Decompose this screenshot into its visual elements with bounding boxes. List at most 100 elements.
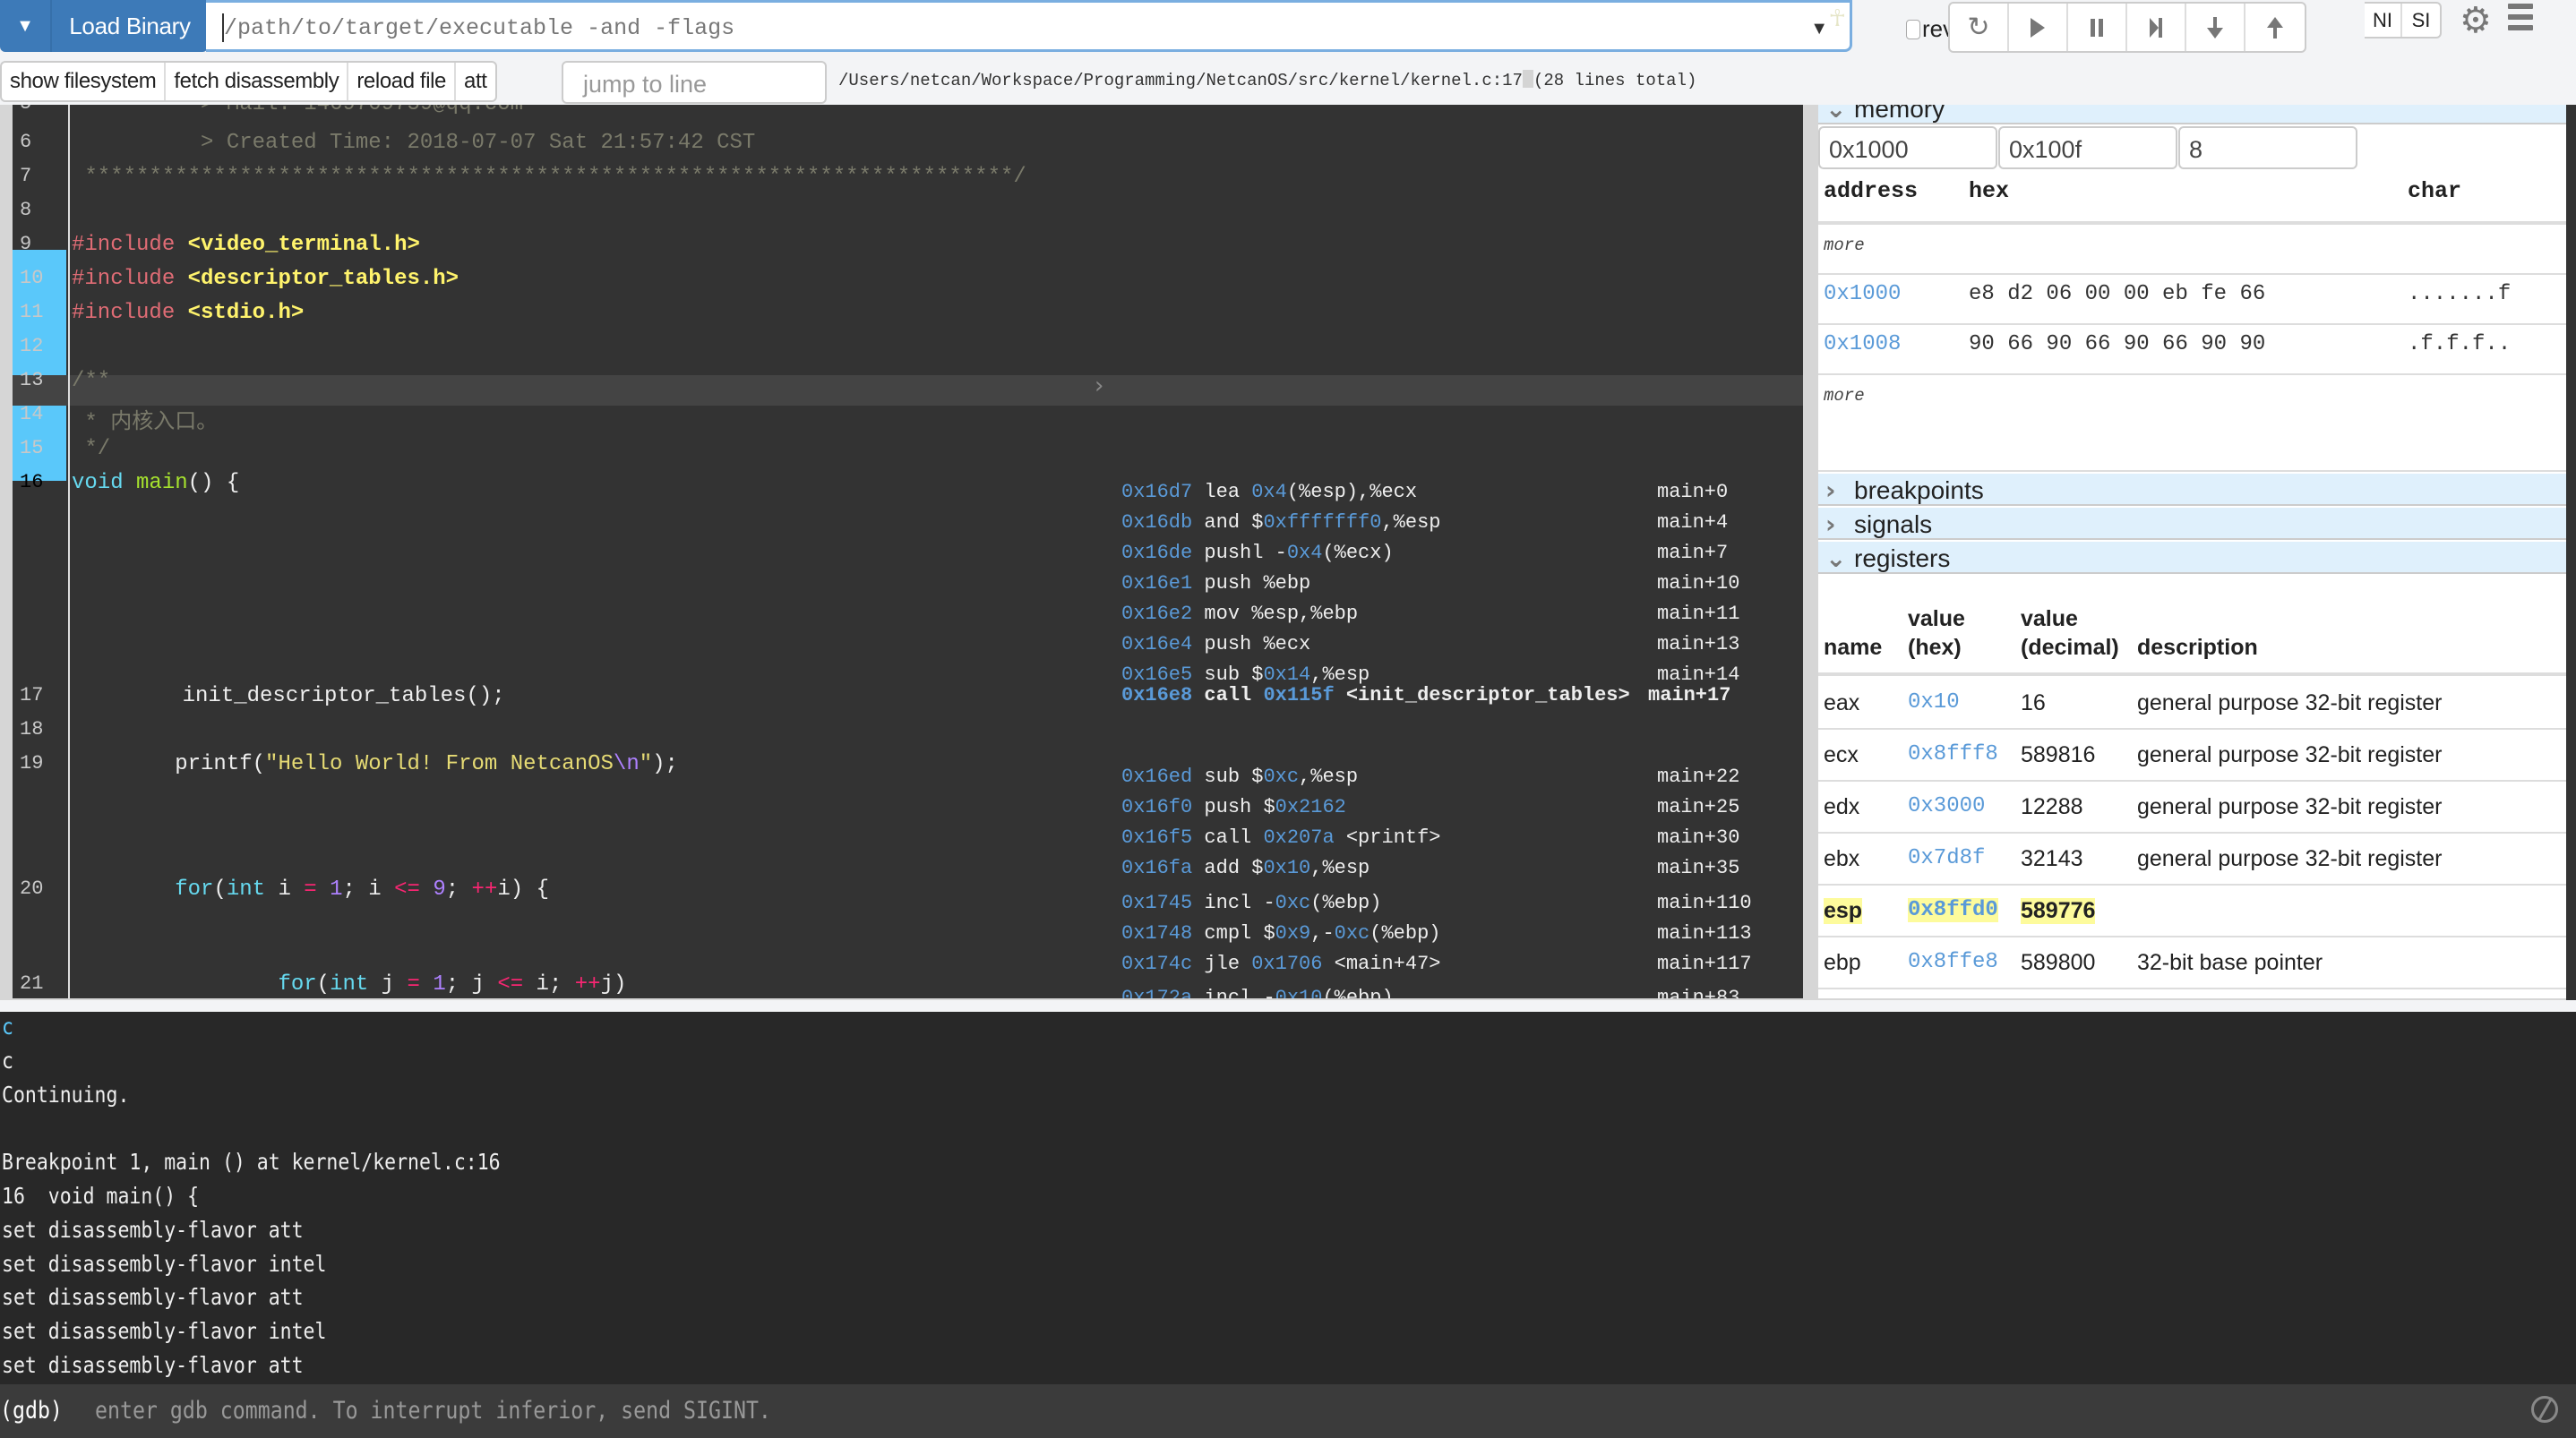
instruction-address[interactable]: 0x16e8 — [1121, 684, 1192, 706]
line-number[interactable]: 19 — [20, 752, 43, 775]
step-into-button[interactable] — [2186, 4, 2245, 51]
divider — [1818, 832, 2566, 834]
disassembly-row[interactable]: 0x1745 incl -0xc(%ebp) — [1121, 892, 1381, 914]
reload-file-button[interactable]: reload file — [348, 63, 457, 100]
disassembly-row[interactable]: 0x16f5 call 0x207a <printf> — [1121, 826, 1440, 849]
disassembly-row[interactable]: 0x16de pushl -0x4(%ecx) — [1121, 542, 1394, 564]
registers-section-header[interactable]: ⌄ registers — [1818, 542, 2566, 574]
memory-start-input[interactable]: 0x1000 — [1818, 126, 1997, 169]
instruction-address[interactable]: 0x16de — [1121, 542, 1192, 564]
disassembly-row[interactable]: 0x16d7 lea 0x4(%esp),%ecx — [1121, 481, 1417, 503]
line-number[interactable]: 9 — [20, 233, 31, 255]
restart-button[interactable]: ↻ — [1950, 4, 2009, 51]
line-number[interactable]: 6 — [20, 131, 31, 153]
next-button[interactable] — [2127, 4, 2186, 51]
instruction-address[interactable]: 0x16db — [1121, 511, 1192, 534]
disassembly-row[interactable]: 0x172a incl -0x10(%ebp) — [1121, 987, 1394, 998]
memory-more-below-link[interactable]: more — [1824, 386, 1865, 406]
instruction-address[interactable]: 0x16e4 — [1121, 633, 1192, 655]
line-number[interactable]: 15 — [20, 437, 43, 459]
line-number-current[interactable]: 17 — [20, 684, 43, 706]
line-number[interactable]: 13 — [20, 369, 43, 391]
instruction-address[interactable]: 0x16e1 — [1121, 572, 1192, 595]
line-number[interactable]: 18 — [20, 718, 43, 740]
settings-gear-icon[interactable]: ⚙ — [2460, 0, 2492, 41]
line-number[interactable]: 21 — [20, 972, 43, 995]
disassembly-row[interactable]: 0x1748 cmpl $0x9,-0xc(%ebp) — [1121, 922, 1440, 945]
step-out-button[interactable] — [2245, 4, 2305, 51]
line-number[interactable]: 8 — [20, 199, 31, 221]
line-number[interactable]: 11 — [20, 301, 43, 323]
disassembly-row[interactable]: 0x16e4 push %ecx — [1121, 633, 1310, 655]
source-line-for-j: for(int j = 1; j <= i; ++j) — [278, 972, 627, 997]
memory-row-address[interactable]: 0x1000 — [1824, 282, 1901, 306]
memory-section-header[interactable]: ⌄ memory — [1818, 105, 2566, 124]
instruction-address[interactable]: 0x172a — [1121, 987, 1192, 998]
disassembly-row[interactable]: 0x16fa add $0x10,%esp — [1121, 857, 1370, 879]
disassembly-row[interactable]: 0x16f0 push $0x2162 — [1121, 796, 1346, 818]
next-instruction-button[interactable]: NI — [2365, 4, 2402, 37]
instruction-address[interactable]: 0x16ed — [1121, 766, 1192, 788]
pause-button[interactable] — [2068, 4, 2127, 51]
show-filesystem-button[interactable]: show filesystem — [2, 63, 167, 100]
disassembly-row[interactable]: 0x174c jle 0x1706 <main+47> — [1121, 953, 1440, 975]
register-description: 32-bit base pointer — [2137, 950, 2323, 975]
disassembly-row[interactable]: 0x16e2 mov %esp,%ebp — [1121, 603, 1358, 625]
register-hex-value[interactable]: 0x10 — [1908, 690, 1960, 715]
caret-down-icon: ▼ — [16, 15, 34, 36]
step-instruction-button[interactable]: SI — [2402, 4, 2440, 37]
register-hex-value[interactable]: 0x3000 — [1908, 794, 1985, 818]
register-hex-value[interactable]: 0x8fff8 — [1908, 742, 1998, 766]
jump-to-line-input[interactable]: jump to line — [562, 61, 827, 104]
line-number[interactable]: 20 — [20, 877, 43, 900]
disassembly-flavor-button[interactable]: att — [456, 63, 494, 100]
ankh-icon: ☥ — [1828, 4, 1846, 31]
register-hex-value[interactable]: 0x7d8f — [1908, 846, 1985, 870]
instruction-operands: $0x10,%esp — [1251, 857, 1370, 879]
gdb-command-input[interactable]: enter gdb command. To interrupt inferior… — [95, 1397, 771, 1425]
disassembly-row[interactable]: 0x16e5 sub $0x14,%esp — [1121, 663, 1370, 686]
disassembly-row[interactable]: 0x16ed sub $0xc,%esp — [1121, 766, 1358, 788]
load-options-dropdown[interactable]: ▼ — [0, 0, 52, 52]
disassembly-row[interactable]: 0x16e1 push %ebp — [1121, 572, 1310, 595]
binary-path-input[interactable]: /path/to/target/executable -and -flags ▼… — [206, 0, 1852, 52]
line-number-breakpoint[interactable]: 16 — [20, 471, 43, 493]
clear-console-icon[interactable] — [2531, 1396, 2558, 1423]
load-binary-button[interactable]: Load Binary — [52, 0, 208, 52]
memory-more-above-link[interactable]: more — [1824, 235, 1865, 255]
instruction-offset: main+14 — [1657, 663, 1740, 686]
register-hex-value[interactable]: 0x8ffd0 — [1908, 898, 1998, 922]
right-panel-scrollbar[interactable] — [2566, 105, 2576, 1000]
line-number[interactable]: 14 — [20, 403, 43, 425]
history-dropdown-icon[interactable]: ▼ — [1810, 19, 1828, 39]
reverse-checkbox[interactable] — [1906, 19, 1920, 39]
memory-end-input[interactable]: 0x100f — [1998, 126, 2177, 169]
instruction-address[interactable]: 0x1745 — [1121, 892, 1192, 914]
instruction-address[interactable]: 0x16e5 — [1121, 663, 1192, 686]
bytes-per-line-input[interactable]: 8 — [2178, 126, 2357, 169]
instruction-address[interactable]: 0x16fa — [1121, 857, 1192, 879]
instruction-address[interactable]: 0x1748 — [1121, 922, 1192, 945]
line-number[interactable]: 7 — [20, 165, 31, 187]
register-description: general purpose 32-bit register — [2137, 794, 2443, 819]
instruction-address[interactable]: 0x16e2 — [1121, 603, 1192, 625]
breakpoints-section-header[interactable]: › breakpoints — [1818, 474, 2566, 506]
instruction-address[interactable]: 0x16d7 — [1121, 481, 1192, 503]
fetch-disassembly-button[interactable]: fetch disassembly — [166, 63, 349, 100]
instruction-operands: $0xc,%esp — [1251, 766, 1359, 788]
memory-row-address[interactable]: 0x1008 — [1824, 332, 1901, 356]
source-code-view: 5 6 7 8 9 10 11 12 13 14 15 16 17 18 19 … — [13, 105, 1803, 998]
continue-button[interactable] — [2009, 4, 2068, 51]
signals-section-header[interactable]: › signals — [1818, 508, 2566, 540]
instruction-address[interactable]: 0x16f5 — [1121, 826, 1192, 849]
instruction-address[interactable]: 0x16f0 — [1121, 796, 1192, 818]
breakpoints-title: breakpoints — [1854, 476, 1984, 504]
line-number[interactable]: 10 — [20, 267, 43, 289]
disassembly-row[interactable]: 0x16db and $0xfffffff0,%esp — [1121, 511, 1440, 534]
instruction-address[interactable]: 0x174c — [1121, 953, 1192, 975]
hamburger-menu-icon[interactable] — [2508, 4, 2533, 36]
line-number[interactable]: 5 — [20, 105, 31, 115]
register-hex-value[interactable]: 0x8ffe8 — [1908, 950, 1998, 974]
line-number[interactable]: 12 — [20, 335, 43, 357]
disassembly-row-current[interactable]: 0x16e8 call 0x115f <init_descriptor_tabl… — [1121, 684, 1630, 706]
